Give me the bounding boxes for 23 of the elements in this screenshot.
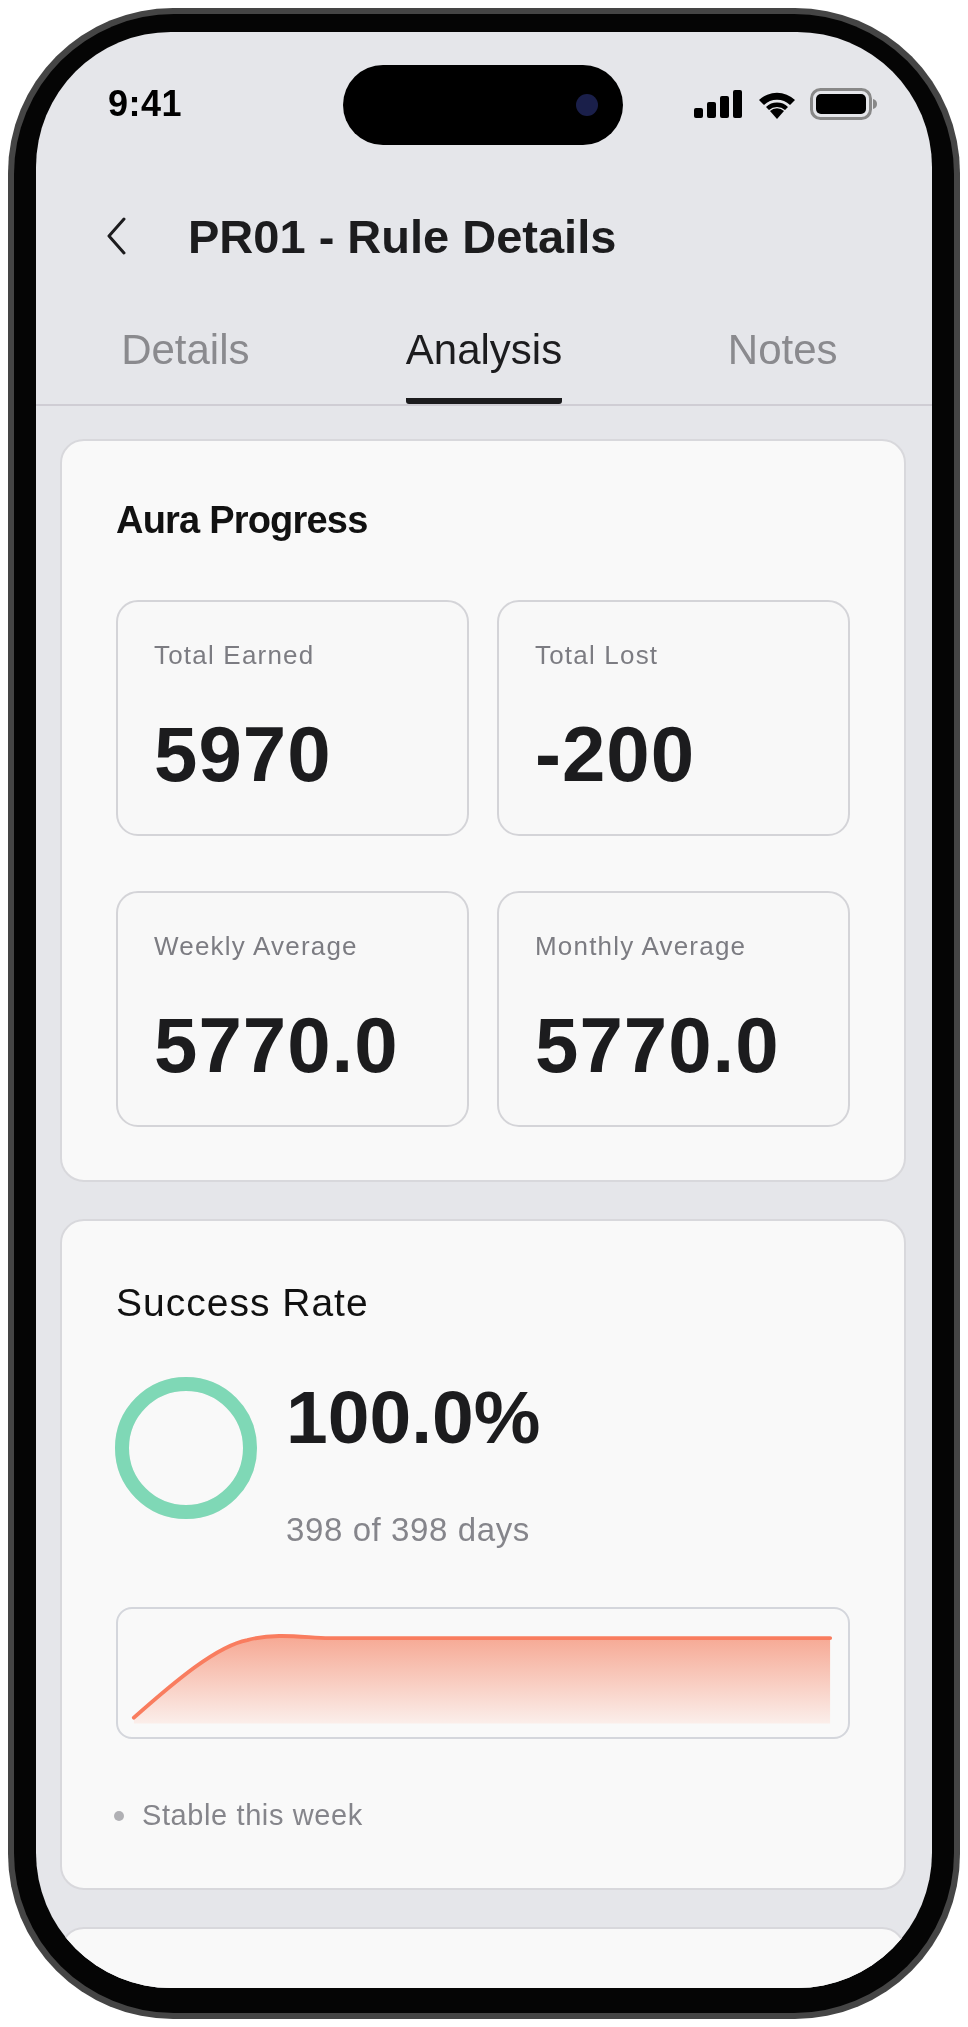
stat-value: 5970 (154, 709, 333, 800)
back-icon (106, 217, 126, 255)
stat-label: Total Earned (154, 640, 316, 671)
tab[interactable]: Analysis (405, 326, 563, 404)
bullet-icon (114, 1810, 124, 1821)
battery-icon (810, 88, 878, 120)
stat-value: 5770.0 (535, 1000, 781, 1091)
stat-label: Weekly Average (154, 931, 359, 962)
camera-icon (576, 94, 598, 116)
success-percent: 100.0% (286, 1380, 541, 1455)
days-count: 398 of 398 days (286, 1511, 531, 1549)
signal-icon (694, 90, 744, 118)
stat-value: 5770.0 (154, 1000, 400, 1091)
trend-note: Stable this week (142, 1799, 363, 1832)
card-title: Aura Progress (116, 499, 369, 542)
stat-label: Total Lost (535, 640, 660, 671)
screen-title: PR01 - Rule Details (188, 208, 617, 264)
tab[interactable]: Details (121, 326, 250, 404)
card-title: Success Rate (116, 1281, 370, 1325)
tab[interactable]: Notes (727, 326, 838, 404)
stat-label: Monthly Average (535, 931, 748, 962)
stat-value: -200 (535, 709, 697, 800)
status-time: 9:41 (108, 83, 183, 125)
